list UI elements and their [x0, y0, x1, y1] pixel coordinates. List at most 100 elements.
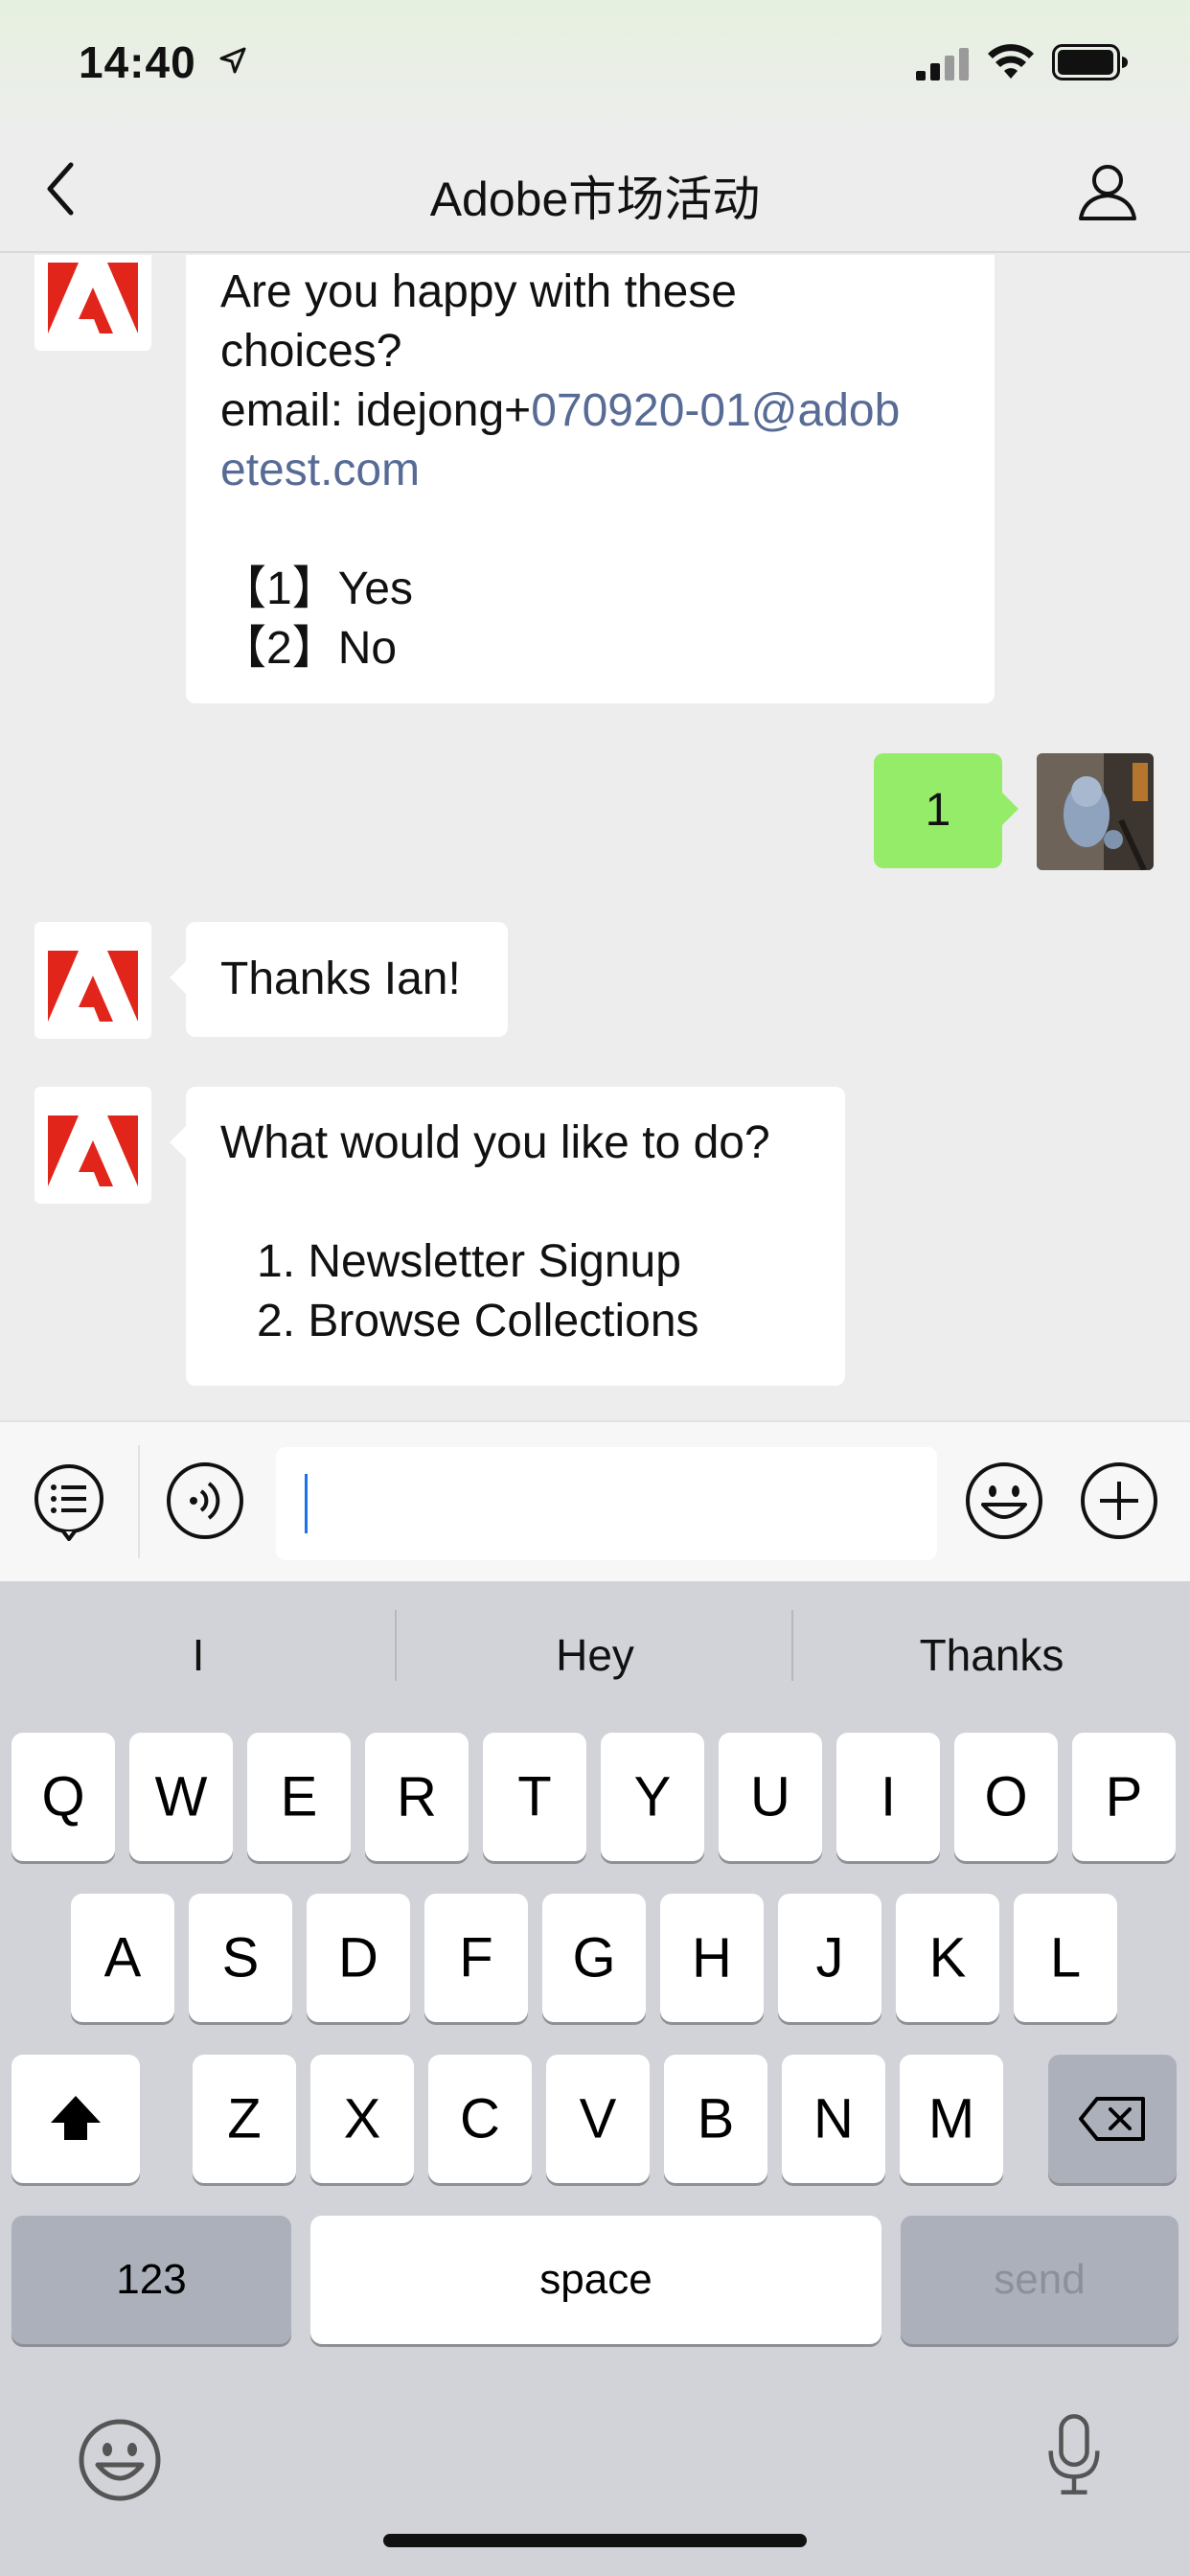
adobe-logo-icon	[48, 263, 138, 334]
key-q[interactable]: Q	[11, 1733, 115, 1861]
key-label: B	[697, 2087, 735, 2150]
key-i[interactable]: I	[836, 1733, 940, 1861]
email-link[interactable]: 070920-01@adob	[531, 385, 900, 436]
top-bar: 14:40 Adobe市场活动	[0, 0, 1190, 253]
key-m[interactable]: M	[900, 2055, 1003, 2183]
my-message-bubble[interactable]: 1	[874, 753, 1018, 868]
key-w[interactable]: W	[129, 1733, 233, 1861]
key-a[interactable]: A	[71, 1894, 174, 2022]
key-k[interactable]: K	[896, 1894, 999, 2022]
text-caret	[305, 1474, 308, 1533]
adobe-avatar[interactable]	[34, 255, 151, 351]
key-b[interactable]: B	[664, 2055, 767, 2183]
numbers-key[interactable]: 123	[11, 2216, 291, 2344]
key-label: 123	[116, 2256, 187, 2303]
key-j[interactable]: J	[778, 1894, 881, 2022]
backspace-key[interactable]	[1048, 2055, 1177, 2183]
space-key[interactable]: space	[310, 2216, 881, 2344]
key-y[interactable]: Y	[601, 1733, 704, 1861]
backspace-icon	[1079, 2097, 1145, 2141]
key-label: O	[984, 1765, 1028, 1828]
emoji-icon[interactable]	[964, 1460, 1044, 1541]
adobe-avatar[interactable]	[34, 1087, 151, 1204]
key-label: N	[813, 2087, 854, 2150]
key-z[interactable]: Z	[193, 2055, 296, 2183]
key-label: S	[221, 1926, 260, 1990]
key-label: I	[880, 1765, 897, 1828]
profile-icon[interactable]	[1077, 161, 1138, 222]
key-d[interactable]: D	[307, 1894, 410, 2022]
microphone-icon[interactable]	[1031, 2411, 1117, 2497]
key-g[interactable]: G	[542, 1894, 646, 2022]
plus-icon[interactable]	[1079, 1460, 1159, 1541]
key-label: J	[815, 1926, 844, 1990]
option-browse: 2. Browse Collections	[257, 1296, 699, 1346]
chat-title: Adobe市场活动	[429, 172, 761, 226]
option-no: 【2】No	[220, 623, 398, 674]
key-label: space	[539, 2256, 652, 2303]
bot-message-bubble[interactable]: Are you happy with these choices? email:…	[186, 255, 995, 703]
my-message-text: 1	[925, 785, 951, 836]
key-c[interactable]: C	[428, 2055, 532, 2183]
key-v[interactable]: V	[546, 2055, 650, 2183]
shift-key[interactable]	[11, 2055, 140, 2183]
key-h[interactable]: H	[660, 1894, 764, 2022]
chat-history[interactable]: Are you happy with these choices? email:…	[0, 255, 1190, 1420]
menu-list-icon[interactable]	[29, 1460, 109, 1541]
key-label: T	[517, 1765, 552, 1828]
adobe-avatar[interactable]	[34, 922, 151, 1039]
key-f[interactable]: F	[424, 1894, 528, 2022]
key-label: U	[750, 1765, 790, 1828]
bubble-tail	[986, 793, 1018, 825]
input-bar	[0, 1420, 1190, 1581]
key-label: Y	[633, 1765, 672, 1828]
message-text: Thanks Ian!	[220, 954, 461, 1004]
keyboard: I Hey Thanks Q W E R T Y U I O P A S D F…	[0, 1581, 1190, 2576]
key-label: X	[343, 2087, 381, 2150]
bubble-tail	[170, 961, 202, 994]
email-link-continued[interactable]: etest.com	[220, 441, 960, 500]
message-input[interactable]	[276, 1447, 937, 1560]
key-label: Q	[41, 1765, 85, 1828]
key-u[interactable]: U	[719, 1733, 822, 1861]
bot-message-bubble[interactable]: What would you like to do? 1. Newsletter…	[170, 1087, 845, 1386]
cellular-signal-icon	[916, 48, 969, 80]
suggestion-2[interactable]: Hey	[397, 1581, 793, 1729]
key-e[interactable]: E	[247, 1733, 351, 1861]
suggestion-3[interactable]: Thanks	[793, 1581, 1190, 1729]
status-time: 14:40	[79, 37, 196, 87]
wifi-icon	[988, 44, 1034, 79]
key-label: Z	[227, 2087, 262, 2150]
emoji-keyboard-icon[interactable]	[77, 2417, 163, 2503]
bot-message-bubble[interactable]: Thanks Ian!	[170, 922, 508, 1037]
key-label: H	[692, 1926, 732, 1990]
key-label: K	[928, 1926, 967, 1990]
key-t[interactable]: T	[483, 1733, 586, 1861]
my-avatar[interactable]	[1037, 753, 1154, 870]
key-o[interactable]: O	[954, 1733, 1058, 1861]
key-label: V	[579, 2087, 617, 2150]
option-yes: 【1】Yes	[220, 564, 414, 614]
key-label: D	[338, 1926, 378, 1990]
voice-input-icon[interactable]	[165, 1460, 245, 1541]
key-l[interactable]: L	[1014, 1894, 1117, 2022]
option-newsletter: 1. Newsletter Signup	[257, 1236, 681, 1287]
suggestion-1[interactable]: I	[0, 1581, 397, 1729]
bubble-tail	[170, 1126, 202, 1159]
message-line: What would you like to do?	[220, 1117, 770, 1168]
message-line: choices?	[220, 326, 402, 377]
key-x[interactable]: X	[310, 2055, 414, 2183]
key-r[interactable]: R	[365, 1733, 469, 1861]
divider	[138, 1445, 140, 1558]
key-label: P	[1105, 1765, 1143, 1828]
key-p[interactable]: P	[1072, 1733, 1176, 1861]
key-s[interactable]: S	[189, 1894, 292, 2022]
key-label: A	[103, 1926, 142, 1990]
shift-arrow-icon	[51, 2096, 101, 2140]
message-line: Are you happy with these	[220, 266, 737, 317]
home-indicator[interactable]	[383, 2534, 807, 2547]
key-n[interactable]: N	[782, 2055, 885, 2183]
key-label: G	[572, 1926, 616, 1990]
adobe-logo-icon	[48, 951, 138, 1022]
send-key[interactable]: send	[901, 2216, 1179, 2344]
